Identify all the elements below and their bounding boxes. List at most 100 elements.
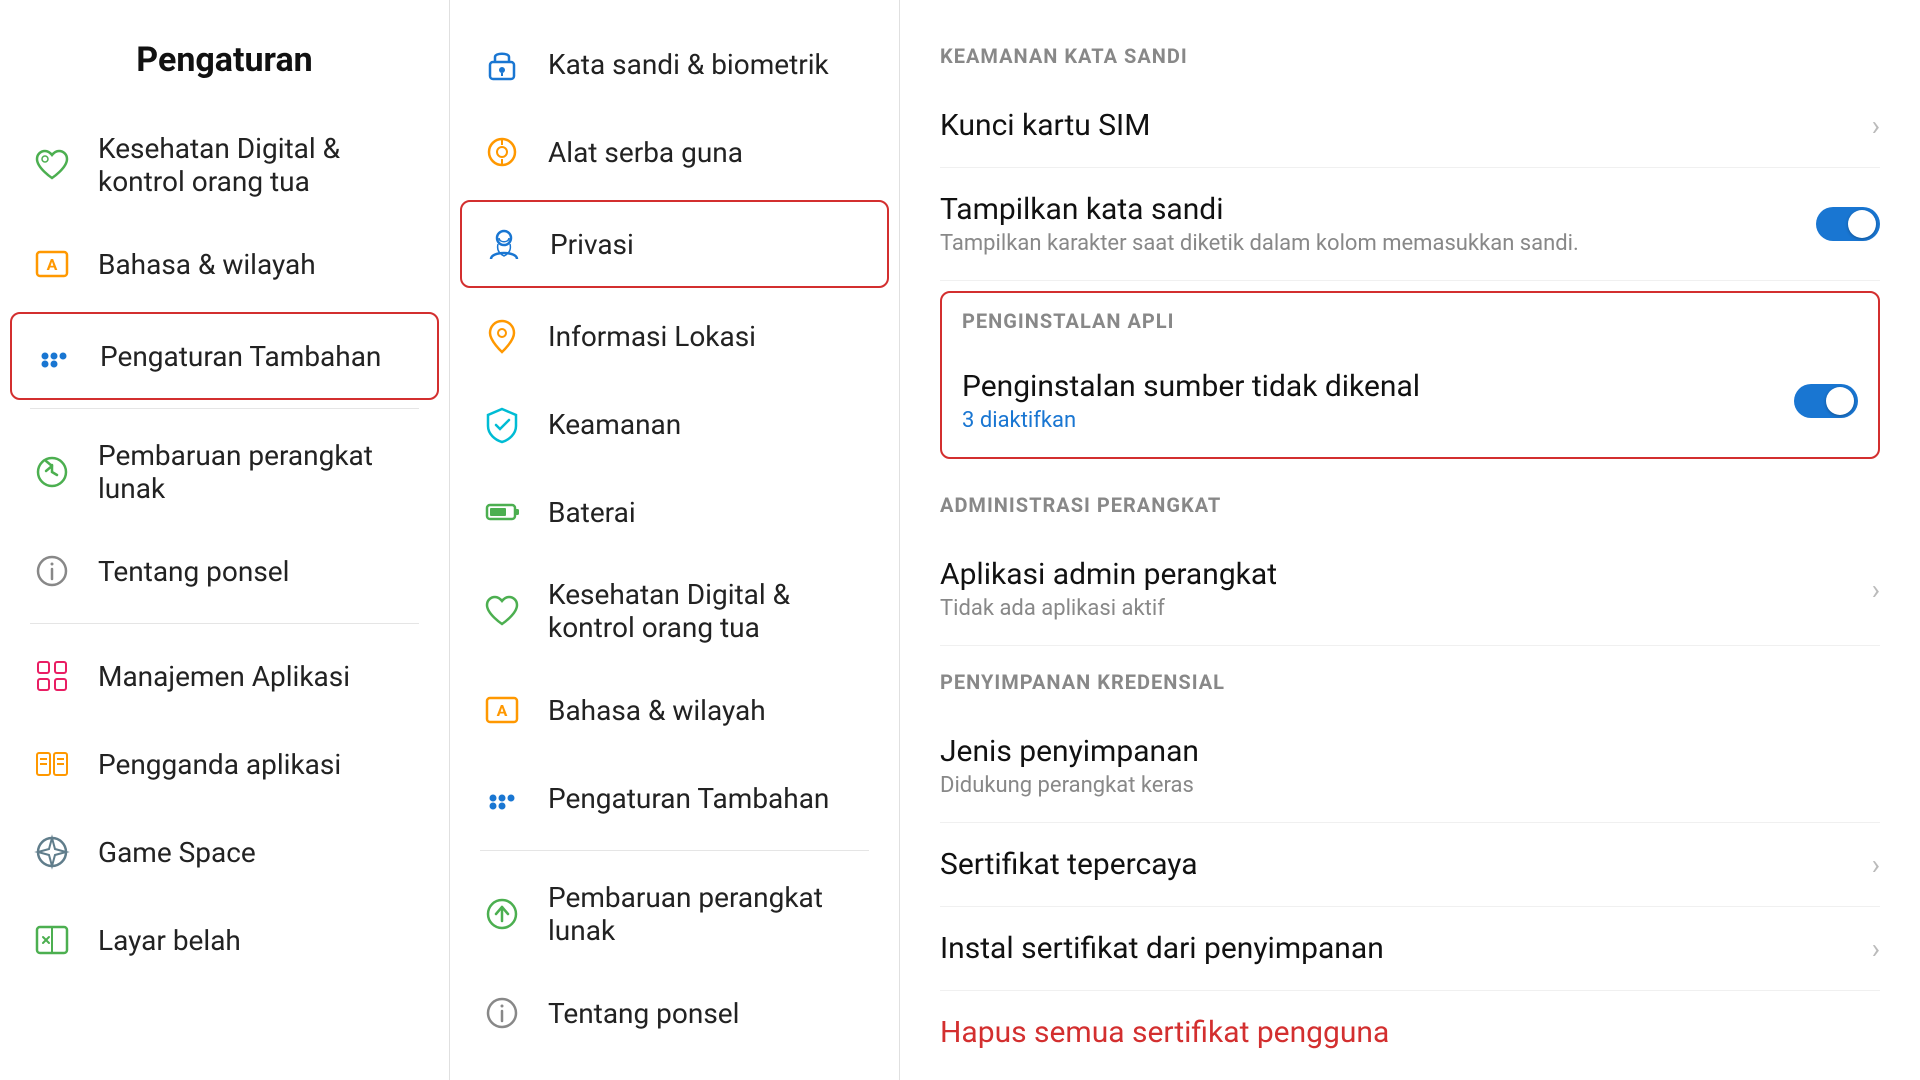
right-item-device-admin[interactable]: Aplikasi admin perangkat Tidak ada aplik…	[940, 533, 1880, 646]
mid-item-extra-settings2[interactable]: Pengaturan Tambahan	[450, 754, 899, 842]
item-title: Sertifikat tepercaya	[940, 847, 1856, 882]
sidebar-item-label: Pengaturan Tambahan	[100, 340, 381, 373]
mid-item-password[interactable]: Kata sandi & biometrik	[450, 20, 899, 108]
sidebar-item-app-management[interactable]: Manajemen Aplikasi	[0, 632, 449, 720]
mid-item-software-update2[interactable]: Pembaruan perangkat lunak	[450, 859, 899, 969]
item-title: Kunci kartu SIM	[940, 108, 1856, 143]
sidebar-item-label: Tentang ponsel	[98, 555, 289, 588]
info-icon	[30, 549, 74, 593]
divider	[480, 850, 869, 851]
sidebar-item-split-screen[interactable]: Layar belah	[0, 896, 449, 984]
sidebar-item-label: Bahasa & wilayah	[98, 248, 316, 281]
svg-text:A: A	[497, 701, 508, 720]
sidebar-item-software-update[interactable]: Pembaruan perangkat lunak	[0, 417, 449, 527]
sidebar-item-label: Manajemen Aplikasi	[98, 660, 350, 693]
mid-item-label: Informasi Lokasi	[548, 320, 756, 353]
right-item-trusted-cert[interactable]: Sertifikat tepercaya ›	[940, 823, 1880, 907]
divider	[30, 623, 419, 624]
dots-icon	[32, 334, 76, 378]
mid-item-utility[interactable]: Alat serba guna	[450, 108, 899, 196]
right-item-sim-lock[interactable]: Kunci kartu SIM ›	[940, 84, 1880, 168]
item-subtitle: Tampilkan karakter saat diketik dalam ko…	[940, 231, 1800, 256]
security-icon	[480, 402, 524, 446]
divider	[30, 408, 419, 409]
lock-icon	[480, 42, 524, 86]
apps-icon	[30, 654, 74, 698]
mid-item-privacy[interactable]: Privasi	[460, 200, 889, 288]
item-subtitle: Tidak ada aplikasi aktif	[940, 596, 1856, 621]
language-icon-2: A	[480, 688, 524, 732]
mid-panel: Kata sandi & biometrik Alat serba guna P…	[450, 0, 900, 1080]
update-icon-2	[480, 892, 524, 936]
sidebar-item-language[interactable]: A Bahasa & wilayah	[0, 220, 449, 308]
svg-text:A: A	[47, 255, 58, 274]
chevron-icon: ›	[1872, 848, 1880, 881]
right-item-delete-cert[interactable]: Hapus semua sertifikat pengguna	[940, 991, 1880, 1074]
sidebar-item-label: Kesehatan Digital & kontrol orang tua	[98, 132, 419, 198]
item-subtitle-blue: 3 diaktifkan	[962, 408, 1778, 433]
sidebar-item-label: Game Space	[98, 836, 256, 869]
section-header-credentials: PENYIMPANAN KREDENSIAL	[940, 646, 1880, 710]
section-header-admin: ADMINISTRASI PERANGKAT	[940, 469, 1880, 533]
chevron-icon: ›	[1872, 932, 1880, 965]
location-icon	[480, 314, 524, 358]
mid-item-battery[interactable]: Baterai	[450, 468, 899, 556]
show-password-toggle[interactable]	[1816, 207, 1880, 241]
item-title: Jenis penyimpanan	[940, 734, 1880, 769]
sidebar-item-label: Layar belah	[98, 924, 241, 957]
unknown-source-toggle[interactable]	[1794, 384, 1858, 418]
item-title: Penginstalan sumber tidak dikenal	[962, 369, 1778, 404]
split-icon	[30, 918, 74, 962]
language-icon: A	[30, 242, 74, 286]
sidebar-item-label: Pembaruan perangkat lunak	[98, 439, 419, 505]
install-section-box: PENGINSTALAN APLI Penginstalan sumber ti…	[940, 291, 1880, 459]
heart-icon	[30, 143, 74, 187]
mid-item-label: Kata sandi & biometrik	[548, 48, 829, 81]
sidebar-item-label: Pengganda aplikasi	[98, 748, 341, 781]
item-subtitle: Didukung perangkat keras	[940, 773, 1880, 798]
mid-item-label: Privasi	[550, 228, 634, 261]
update-icon	[30, 450, 74, 494]
info-icon-2	[480, 991, 524, 1035]
mid-item-label: Alat serba guna	[548, 136, 743, 169]
clone-icon	[30, 742, 74, 786]
page-title: Pengaturan	[0, 20, 449, 110]
item-title: Tampilkan kata sandi	[940, 192, 1800, 227]
right-item-storage-type[interactable]: Jenis penyimpanan Didukung perangkat ker…	[940, 710, 1880, 823]
mid-item-label: Kesehatan Digital & kontrol orang tua	[548, 578, 869, 644]
mid-item-about2[interactable]: Tentang ponsel	[450, 969, 899, 1057]
section-header-install: PENGINSTALAN APLI	[962, 293, 1858, 345]
right-item-unknown-source[interactable]: Penginstalan sumber tidak dikenal 3 diak…	[962, 345, 1858, 457]
mid-item-label: Pengaturan Tambahan	[548, 782, 829, 815]
mid-item-language2[interactable]: A Bahasa & wilayah	[450, 666, 899, 754]
section-header-password: KEAMANAN KATA SANDI	[940, 20, 1880, 84]
sidebar-item-extra-settings[interactable]: Pengaturan Tambahan	[10, 312, 439, 400]
right-item-show-password[interactable]: Tampilkan kata sandi Tampilkan karakter …	[940, 168, 1880, 281]
utility-icon	[480, 130, 524, 174]
mid-item-label: Tentang ponsel	[548, 997, 739, 1030]
battery-icon	[480, 490, 524, 534]
item-title: Instal sertifikat dari penyimpanan	[940, 931, 1856, 966]
game-icon	[30, 830, 74, 874]
sidebar-item-app-clone[interactable]: Pengganda aplikasi	[0, 720, 449, 808]
sidebar-item-about[interactable]: Tentang ponsel	[0, 527, 449, 615]
mid-item-label: Baterai	[548, 496, 636, 529]
mid-item-label: Keamanan	[548, 408, 681, 441]
mid-item-location[interactable]: Informasi Lokasi	[450, 292, 899, 380]
sidebar-item-digital-health[interactable]: Kesehatan Digital & kontrol orang tua	[0, 110, 449, 220]
mid-item-digital-health2[interactable]: Kesehatan Digital & kontrol orang tua	[450, 556, 899, 666]
item-title: Aplikasi admin perangkat	[940, 557, 1856, 592]
mid-item-label: Pembaruan perangkat lunak	[548, 881, 869, 947]
heart-icon-2	[480, 589, 524, 633]
chevron-icon: ›	[1872, 109, 1880, 142]
mid-item-security[interactable]: Keamanan	[450, 380, 899, 468]
left-panel: Pengaturan Kesehatan Digital & kontrol o…	[0, 0, 450, 1080]
right-item-install-cert[interactable]: Instal sertifikat dari penyimpanan ›	[940, 907, 1880, 991]
right-panel: KEAMANAN KATA SANDI Kunci kartu SIM › Ta…	[900, 0, 1920, 1080]
privacy-icon	[482, 222, 526, 266]
dots-icon-2	[480, 776, 524, 820]
item-title-red: Hapus semua sertifikat pengguna	[940, 1015, 1880, 1050]
sidebar-item-game-space[interactable]: Game Space	[0, 808, 449, 896]
chevron-icon: ›	[1872, 573, 1880, 606]
mid-item-label: Bahasa & wilayah	[548, 694, 766, 727]
